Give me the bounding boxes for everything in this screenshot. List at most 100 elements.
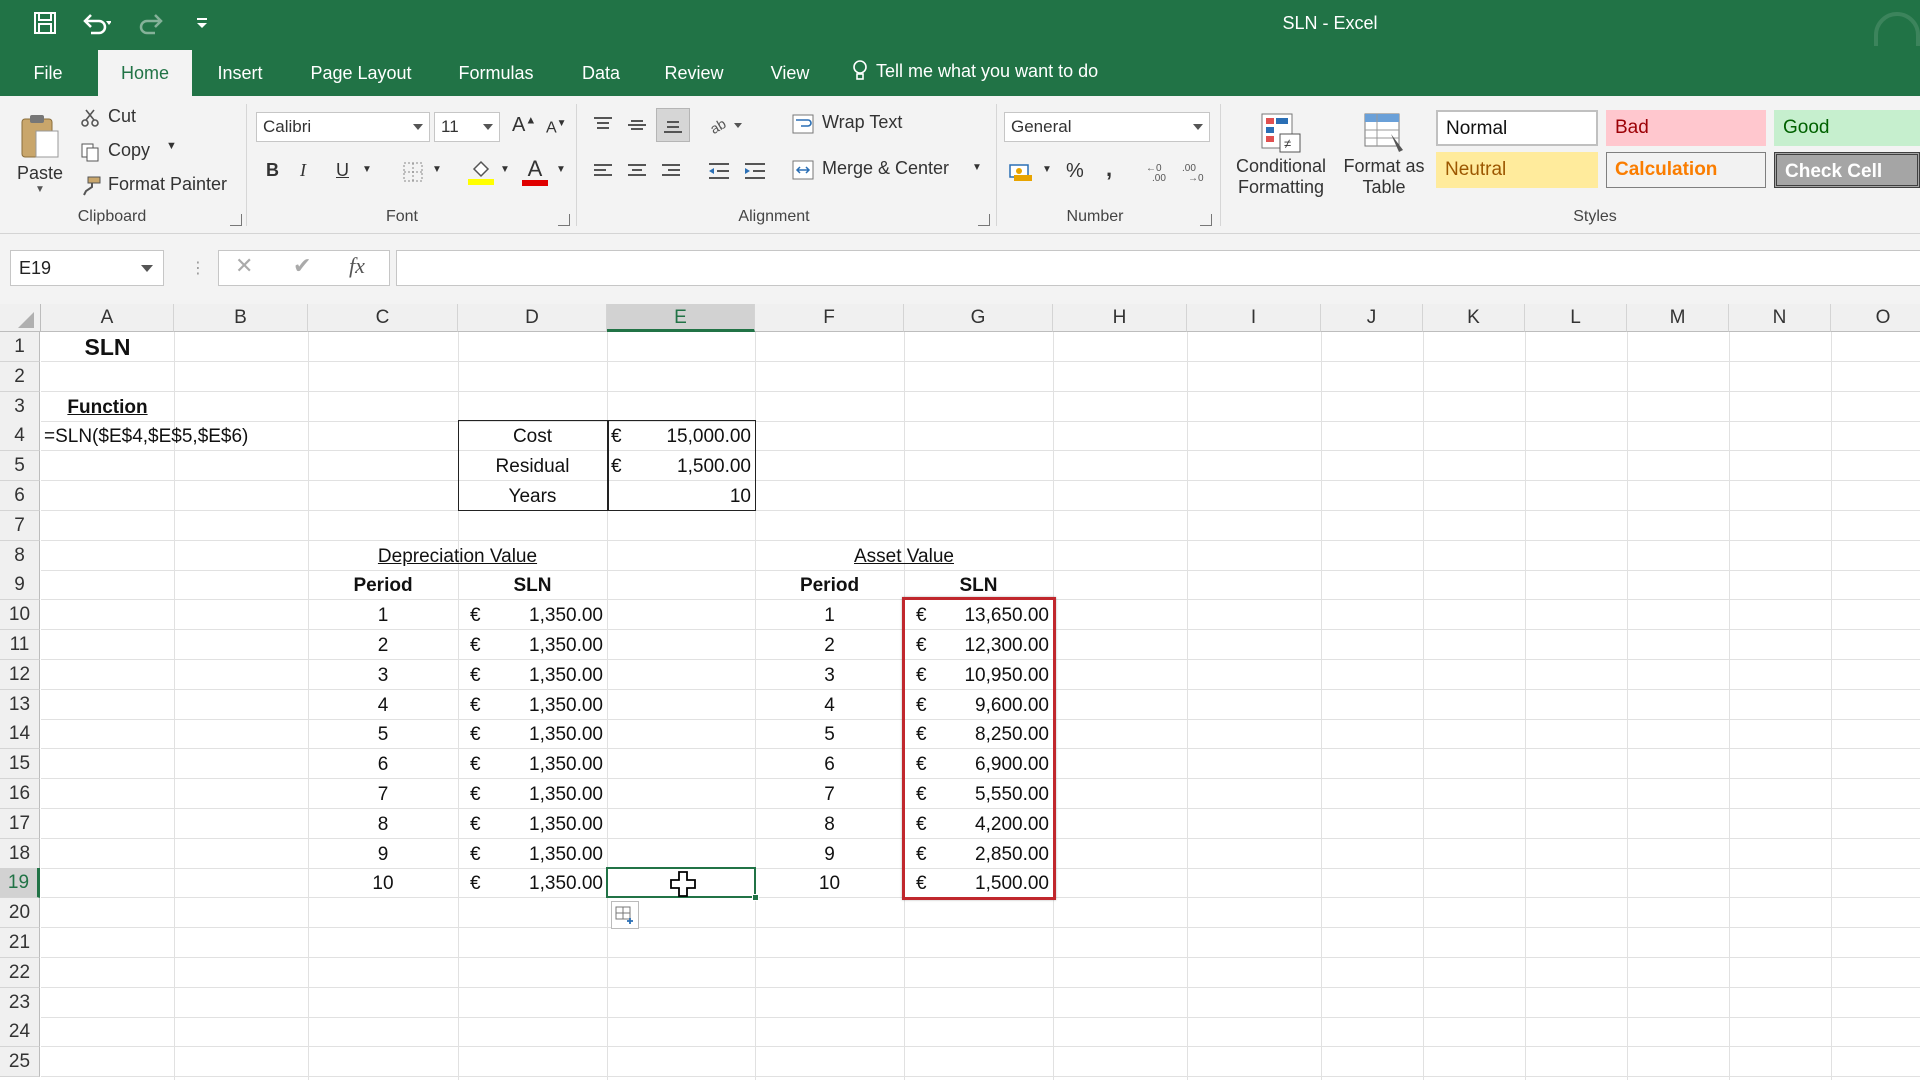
accounting-format-icon[interactable] [1006,158,1038,186]
column-header-k[interactable]: K [1423,304,1525,332]
column-header-b[interactable]: B [174,304,308,332]
row-header-23[interactable]: 23 [0,987,40,1018]
increase-indent-icon[interactable] [740,156,770,186]
select-all-corner[interactable] [0,304,41,332]
tab-review[interactable]: Review [656,46,732,96]
wrap-text-icon[interactable] [790,110,816,138]
row-header-20[interactable]: 20 [0,898,40,929]
style-normal[interactable]: Normal [1436,110,1598,146]
tab-view[interactable]: View [760,46,820,96]
column-header-d[interactable]: D [458,304,607,332]
depreciation-period-header[interactable]: Period [312,571,454,600]
asset-sln-header[interactable]: SLN [908,571,1049,600]
depreciation-period[interactable]: 1 [312,601,454,630]
align-center-icon[interactable] [622,156,652,186]
cell-a1-title[interactable]: SLN [45,333,170,362]
customize-quick-access-icon[interactable] [190,6,214,40]
row-header-18[interactable]: 18 [0,838,40,869]
column-header-m[interactable]: M [1627,304,1729,332]
redo-icon[interactable] [132,6,172,40]
save-icon[interactable] [28,6,62,40]
confirm-entry-icon[interactable]: ✔ [293,253,311,279]
borders-icon[interactable] [398,158,428,186]
merge-center-icon[interactable] [790,156,816,184]
fill-color-dropdown-icon[interactable]: ▼ [500,164,510,175]
column-header-o[interactable]: O [1831,304,1920,332]
comma-style-button[interactable]: , [1106,156,1112,182]
style-good[interactable]: Good [1774,110,1920,146]
depreciation-value[interactable]: 1,350.00 [462,720,603,749]
bold-button[interactable]: B [266,160,279,181]
tab-insert[interactable]: Insert [204,46,276,96]
font-color-dropdown-icon[interactable]: ▼ [556,164,566,175]
quick-analysis-icon[interactable] [611,901,639,930]
underline-dropdown-icon[interactable]: ▼ [362,164,372,175]
row-header-1[interactable]: 1 [0,332,40,362]
cut-icon[interactable] [78,106,102,130]
row-header-22[interactable]: 22 [0,957,40,988]
depreciation-value[interactable]: 1,350.00 [462,750,603,779]
merge-center-button[interactable]: Merge & Center [822,158,949,179]
percent-style-button[interactable]: % [1066,160,1084,183]
column-header-g[interactable]: G [904,304,1053,332]
merge-center-dropdown-icon[interactable]: ▼ [972,162,982,173]
depreciation-period[interactable]: 4 [312,691,454,720]
cell-a3-function-label[interactable]: Function [45,393,170,422]
align-left-icon[interactable] [588,156,618,186]
undo-icon[interactable] [76,6,116,40]
format-painter-icon[interactable] [78,174,104,198]
depreciation-period[interactable]: 7 [312,780,454,809]
column-header-n[interactable]: N [1729,304,1831,332]
column-header-i[interactable]: I [1187,304,1321,332]
style-neutral[interactable]: Neutral [1436,152,1598,188]
depreciation-value[interactable]: 1,350.00 [462,631,603,660]
decrease-decimal-icon[interactable]: .00 →0 [1178,158,1212,186]
conditional-formatting-button[interactable]: ≠ Conditional Formatting [1228,104,1334,204]
tell-me-box[interactable]: Tell me what you want to do [852,46,1098,96]
asset-period[interactable]: 5 [759,720,900,749]
column-header-j[interactable]: J [1321,304,1423,332]
column-header-f[interactable]: F [755,304,904,332]
insert-function-icon[interactable]: fx [349,253,365,279]
depreciation-period[interactable]: 5 [312,720,454,749]
copy-button[interactable]: Copy [108,140,150,161]
depreciation-value[interactable]: 1,350.00 [462,780,603,809]
wrap-text-button[interactable]: Wrap Text [822,112,902,133]
column-header-l[interactable]: L [1525,304,1627,332]
alignment-dialog-launcher[interactable] [978,214,990,226]
font-size-select[interactable]: 11 [434,112,500,142]
font-dialog-launcher[interactable] [558,214,570,226]
row-header-16[interactable]: 16 [0,779,40,809]
tab-file[interactable]: File [16,46,80,96]
row-header-13[interactable]: 13 [0,689,40,720]
asset-value-title[interactable]: Asset Value [759,542,1049,571]
row-header-15[interactable]: 15 [0,749,40,780]
depreciation-period[interactable]: 9 [312,840,454,869]
orientation-icon[interactable]: ab [706,110,746,140]
row-header-24[interactable]: 24 [0,1017,40,1048]
asset-period[interactable]: 6 [759,750,900,779]
font-name-select[interactable]: Calibri [256,112,430,142]
depreciation-value[interactable]: 1,350.00 [462,661,603,690]
row-header-25[interactable]: 25 [0,1047,40,1078]
depreciation-value[interactable]: 1,350.00 [462,869,603,898]
align-top-icon[interactable] [588,110,618,140]
copy-icon[interactable] [78,140,102,164]
decrease-indent-icon[interactable] [704,156,734,186]
row-header-9[interactable]: 9 [0,570,40,601]
depreciation-value[interactable]: 1,350.00 [462,601,603,630]
row-header-6[interactable]: 6 [0,481,40,511]
column-header-h[interactable]: H [1053,304,1187,332]
asset-period[interactable]: 3 [759,661,900,690]
row-header-14[interactable]: 14 [0,719,40,750]
fill-color-icon[interactable] [466,156,496,188]
name-box[interactable]: E19 [10,250,164,286]
asset-period[interactable]: 4 [759,691,900,720]
row-header-11[interactable]: 11 [0,630,40,660]
italic-button[interactable]: I [300,160,306,181]
row-header-3[interactable]: 3 [0,391,40,422]
row-header-12[interactable]: 12 [0,659,40,690]
column-header-a[interactable]: A [41,304,174,332]
depreciation-value-title[interactable]: Depreciation Value [312,542,603,571]
formula-input[interactable] [396,250,1920,286]
